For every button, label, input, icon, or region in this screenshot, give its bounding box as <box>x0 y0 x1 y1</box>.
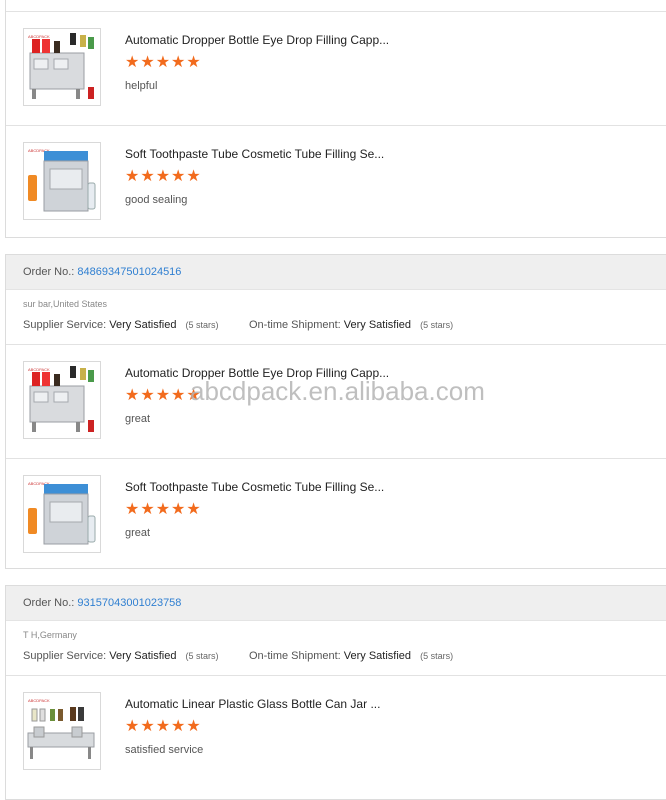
review-comment: great <box>125 527 151 539</box>
shipment-stars: (5 stars) <box>420 320 454 330</box>
product-title[interactable]: Soft Toothpaste Tube Cosmetic Tube Filli… <box>125 147 405 161</box>
tube-machine-image: ABCDPACK <box>28 148 96 212</box>
order-meta: T H,Germany Supplier Service: Very Satis… <box>6 621 666 676</box>
review-item: ABCDPACK Automatic Dropper Bottle Eye Dr… <box>6 11 666 125</box>
shipment-stars: (5 stars) <box>420 651 454 661</box>
rating-stars: ★★★★★ <box>125 54 202 71</box>
order-meta: sur bar,United States Supplier Service: … <box>6 290 666 345</box>
supplier-service-value: Very Satisfied <box>109 650 177 662</box>
tube-machine-image: ABCDPACK <box>28 481 96 545</box>
product-thumbnail[interactable]: ABCDPACK <box>23 142 101 220</box>
shipment-rating: On-time Shipment: Very Satisfied (5 star… <box>249 319 453 331</box>
product-thumbnail[interactable]: ABCDPACK <box>23 475 101 553</box>
buyer-location: sur bar,United States <box>23 299 108 309</box>
shipment-value: Very Satisfied <box>343 319 412 331</box>
dropper-machine-image: ABCDPACK <box>28 366 94 432</box>
review-item: ABCDPACK Soft Toothpaste Tube Cosmetic T… <box>6 458 666 572</box>
order-label: Order No.: <box>23 266 75 278</box>
product-title[interactable]: Automatic Linear Plastic Glass Bottle Ca… <box>125 697 405 711</box>
order-header: Order No.: 93157043001023758 <box>6 586 666 621</box>
supplier-service-rating: Supplier Service: Very Satisfied (5 star… <box>23 319 219 331</box>
svg-text:ABCDPACK: ABCDPACK <box>28 367 50 372</box>
product-title[interactable]: Automatic Dropper Bottle Eye Drop Fillin… <box>125 33 405 47</box>
buyer-location: T H,Germany <box>23 630 77 640</box>
product-thumbnail[interactable]: ABCDPACK <box>23 361 101 439</box>
order-header: Order No.: 84869347501024516 <box>6 255 666 290</box>
rating-stars: ★★★★★ <box>125 718 202 735</box>
review-card-1: ABCDPACK Automatic Dropper Bottle Eye Dr… <box>5 0 666 238</box>
shipment-rating: On-time Shipment: Very Satisfied (5 star… <box>249 650 453 662</box>
review-comment: helpful <box>125 80 158 92</box>
review-card-2: Order No.: 84869347501024516 sur bar,Uni… <box>5 254 666 569</box>
review-item: ABCDPACK Soft Toothpaste Tube Cosmetic T… <box>6 125 666 239</box>
review-comment: great <box>125 413 151 425</box>
product-title[interactable]: Soft Toothpaste Tube Cosmetic Tube Filli… <box>125 480 405 494</box>
svg-text:ABCDPACK: ABCDPACK <box>28 698 50 703</box>
shipment-label: On-time Shipment: <box>249 319 341 331</box>
supplier-service-stars: (5 stars) <box>185 651 219 661</box>
order-number-link[interactable]: 93157043001023758 <box>77 597 181 609</box>
review-item: ABCDPACK Automatic Linear Plastic Glass … <box>6 676 666 789</box>
linear-machine-image: ABCDPACK <box>27 698 95 759</box>
supplier-service-stars: (5 stars) <box>185 320 219 330</box>
supplier-service-label: Supplier Service: <box>23 319 107 331</box>
shipment-label: On-time Shipment: <box>249 650 341 662</box>
product-thumbnail[interactable]: ABCDPACK <box>23 692 101 770</box>
order-number-link[interactable]: 84869347501024516 <box>77 266 181 278</box>
review-comment: satisfied service <box>125 744 204 756</box>
supplier-service-rating: Supplier Service: Very Satisfied (5 star… <box>23 650 219 662</box>
dropper-machine-image: ABCDPACK <box>28 33 94 99</box>
review-card-3: Order No.: 93157043001023758 T H,Germany… <box>5 585 666 800</box>
supplier-service-label: Supplier Service: <box>23 650 107 662</box>
shipment-value: Very Satisfied <box>343 650 412 662</box>
rating-stars: ★★★★★ <box>125 168 202 185</box>
product-thumbnail[interactable]: ABCDPACK <box>23 28 101 106</box>
svg-text:ABCDPACK: ABCDPACK <box>28 34 50 39</box>
order-label: Order No.: <box>23 597 75 609</box>
rating-stars: ★★★★★ <box>125 501 202 518</box>
watermark-text: abcdpack.en.alibaba.com <box>190 376 485 406</box>
review-comment: good sealing <box>125 194 188 206</box>
supplier-service-value: Very Satisfied <box>109 319 177 331</box>
